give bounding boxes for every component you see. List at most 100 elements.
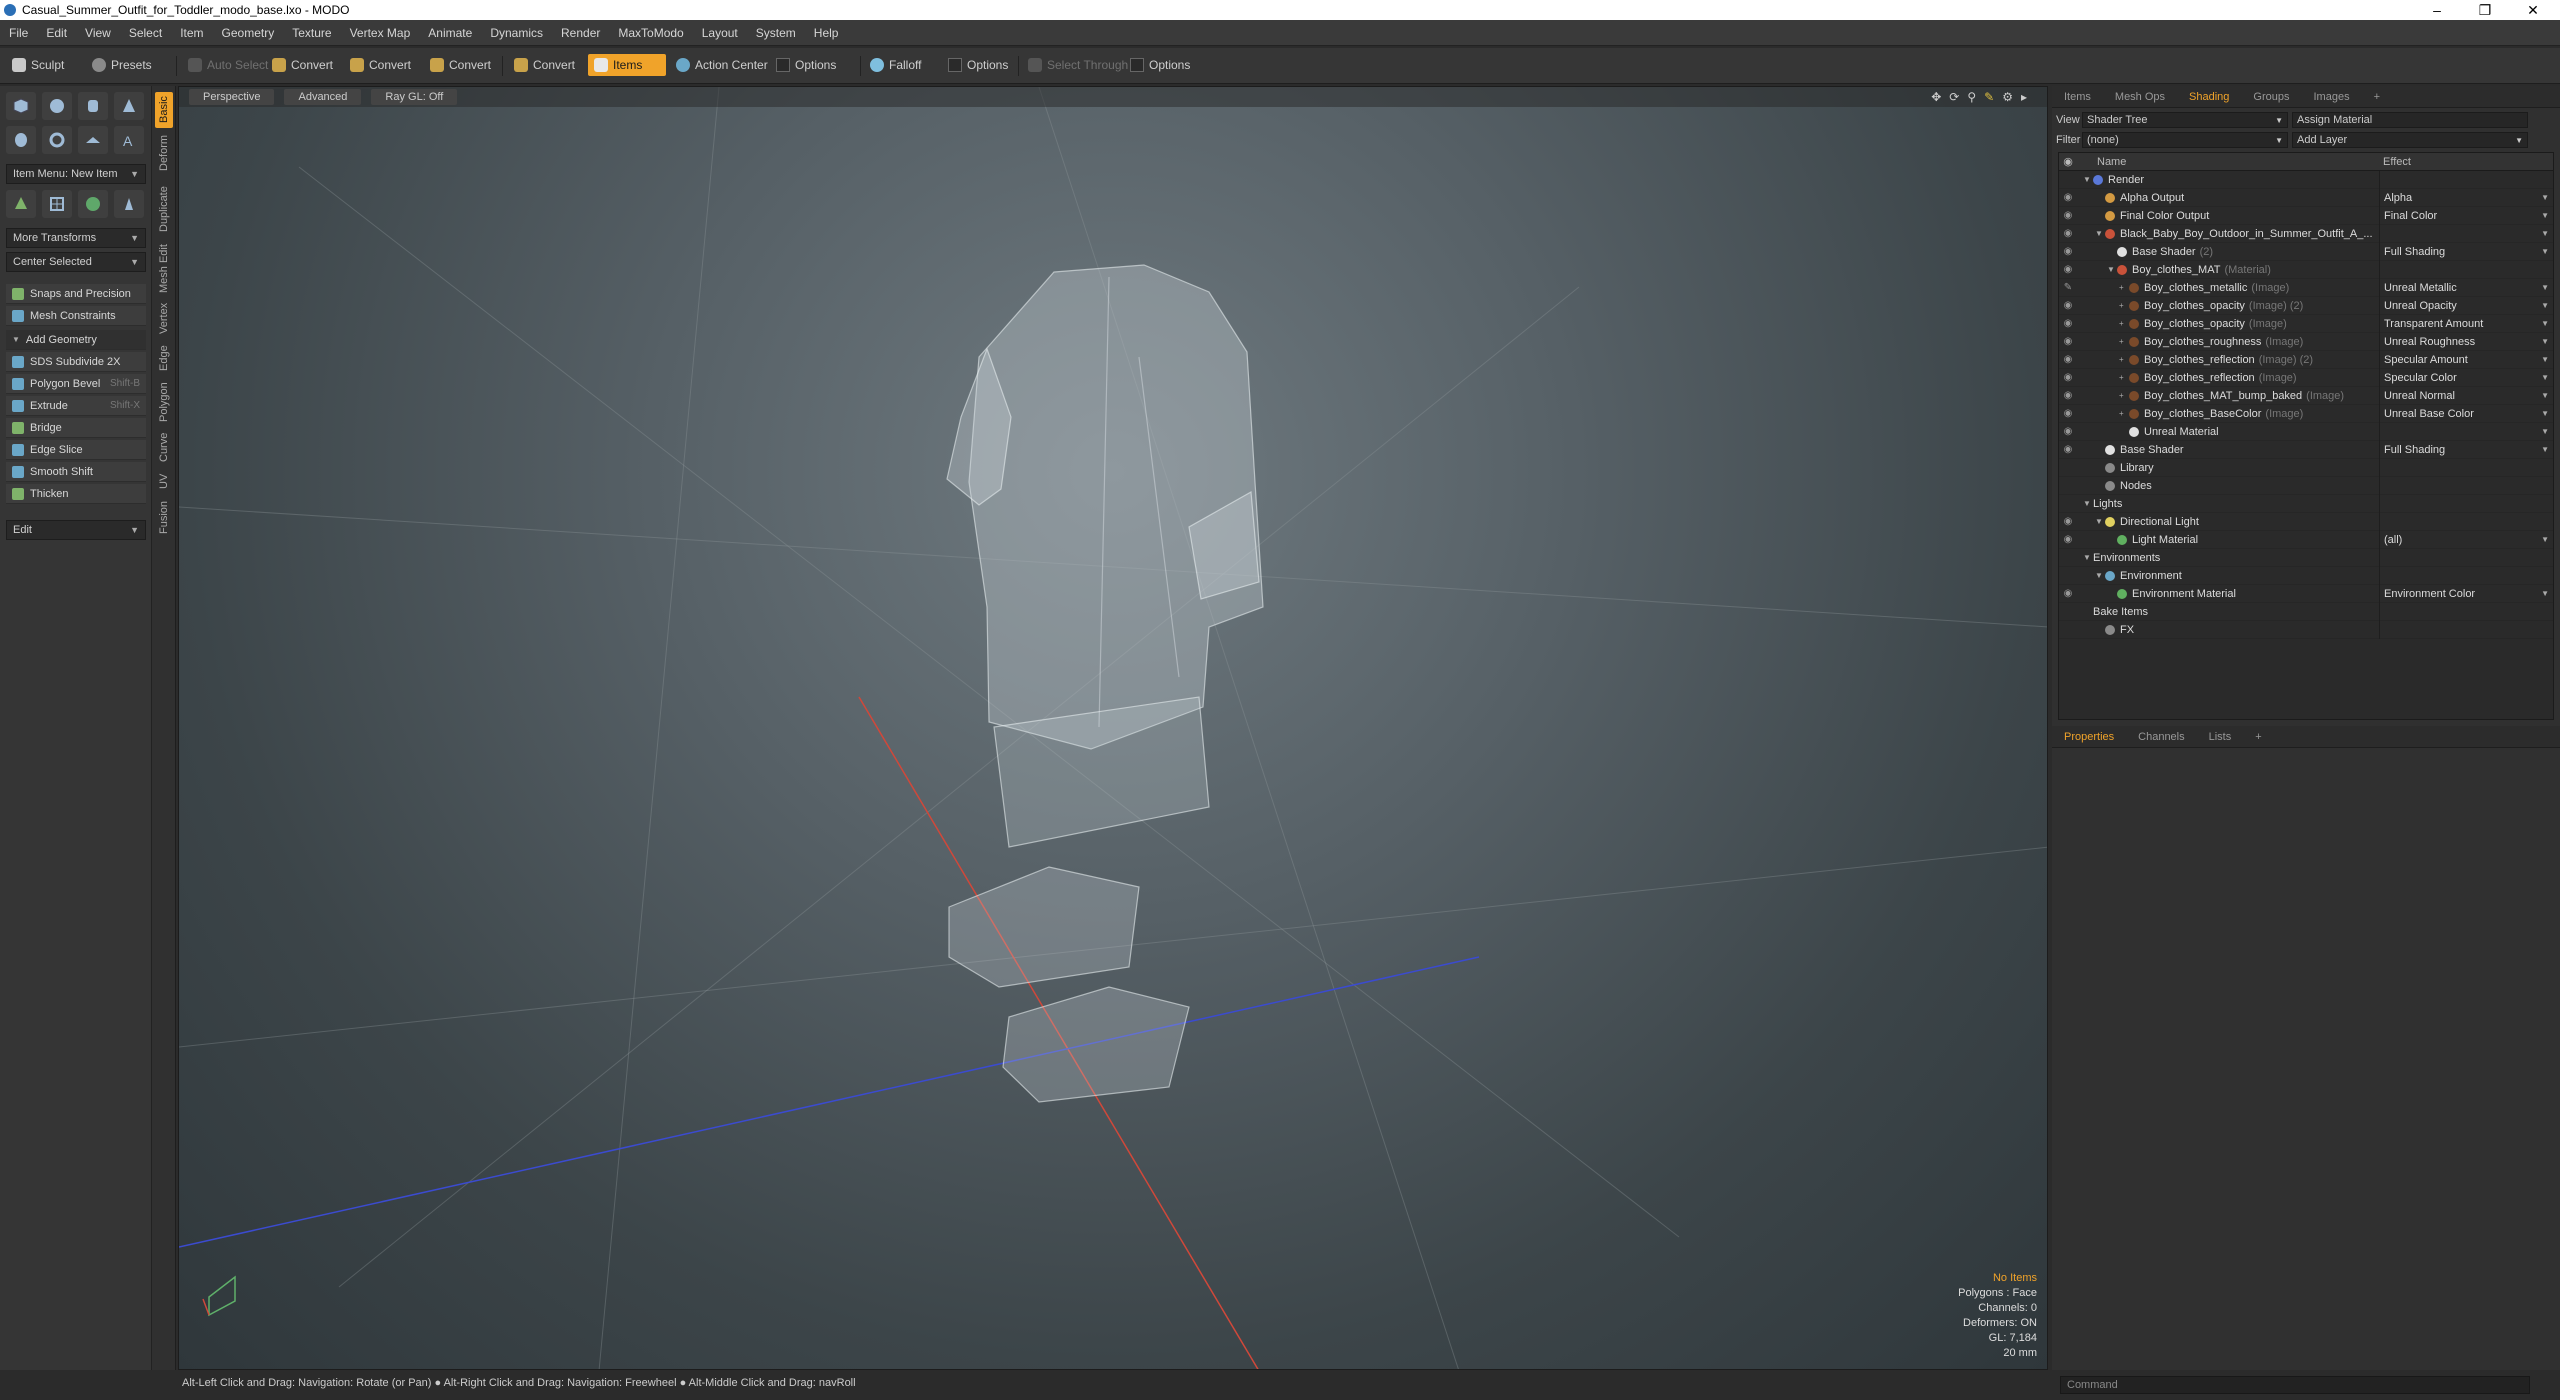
vtab-polygon[interactable]: Polygon xyxy=(155,378,173,426)
menu-texture[interactable]: Texture xyxy=(283,26,340,40)
expand-toggle-icon[interactable]: ▼ xyxy=(2083,499,2093,508)
visibility-toggle-icon[interactable]: ◉ xyxy=(2059,444,2077,455)
menu-help[interactable]: Help xyxy=(805,26,848,40)
expand-toggle-icon[interactable]: ▼ xyxy=(2095,517,2105,526)
shader-tree-row[interactable]: ✎ + Boy_clothes_metallic (Image) Unreal Meta… xyxy=(2059,278,2553,297)
tab-mesh-ops[interactable]: Mesh Ops xyxy=(2103,86,2177,108)
menu-select[interactable]: Select xyxy=(120,26,171,40)
shader-tree-row[interactable]: ◉ + Boy_clothes_reflection (Image) (2) Specu… xyxy=(2059,350,2553,369)
gear-icon[interactable]: ⚙ xyxy=(2002,90,2013,104)
add-layer-dropdown[interactable]: Add Layer ▼ xyxy=(2292,132,2528,148)
menu-layout[interactable]: Layout xyxy=(693,26,747,40)
tab-groups[interactable]: Groups xyxy=(2241,86,2301,108)
expand-toggle-icon[interactable]: + xyxy=(2119,319,2129,328)
tool-smooth-shift[interactable]: Smooth Shift xyxy=(6,462,146,482)
tab-properties[interactable]: Properties xyxy=(2052,726,2126,748)
effect-cell[interactable]: Unreal Roughness ▼ xyxy=(2379,332,2553,351)
command-input[interactable]: Command xyxy=(2060,1376,2530,1394)
shader-tree-row[interactable]: ◉ + Boy_clothes_opacity (Image) Transparent … xyxy=(2059,314,2553,333)
vtab-edge[interactable]: Edge xyxy=(155,340,173,376)
effect-cell[interactable] xyxy=(2379,620,2553,639)
effect-cell[interactable]: ▼ xyxy=(2379,224,2553,243)
convert-button-1[interactable]: Convert xyxy=(266,54,339,76)
visibility-toggle-icon[interactable]: ◉ xyxy=(2059,300,2077,311)
falloff-button[interactable]: Falloff xyxy=(864,54,927,76)
shader-tree-row[interactable]: Bake Items xyxy=(2059,602,2553,621)
visibility-toggle-icon[interactable]: ◉ xyxy=(2059,246,2077,257)
shader-tree-row[interactable]: Nodes xyxy=(2059,476,2553,495)
pan-icon[interactable]: ✥ xyxy=(1931,90,1941,104)
effect-cell[interactable] xyxy=(2379,548,2553,567)
shader-tree-row[interactable]: ◉ + Boy_clothes_opacity (Image) (2) Unreal O… xyxy=(2059,296,2553,315)
item-menu-dropdown[interactable]: Item Menu: New Item ▼ xyxy=(6,164,146,184)
capsule-icon[interactable] xyxy=(6,126,36,154)
menu-view[interactable]: View xyxy=(76,26,120,40)
shader-tree-row[interactable]: ◉ Base Shader Full Shading ▼ xyxy=(2059,440,2553,459)
menu-animate[interactable]: Animate xyxy=(419,26,481,40)
menu-edit[interactable]: Edit xyxy=(37,26,76,40)
tool-thicken[interactable]: Thicken xyxy=(6,484,146,504)
tab-images[interactable]: Images xyxy=(2302,86,2362,108)
visibility-toggle-icon[interactable]: ◉ xyxy=(2059,390,2077,401)
shader-tree-row[interactable]: ◉ + Boy_clothes_MAT_bump_baked (Image) Unrea… xyxy=(2059,386,2553,405)
effect-cell[interactable] xyxy=(2379,260,2553,279)
effect-cell[interactable]: Unreal Metallic ▼ xyxy=(2379,278,2553,297)
effect-cell[interactable]: Alpha ▼ xyxy=(2379,188,2553,207)
shader-tree-row[interactable]: ◉ ▼ Directional Light xyxy=(2059,512,2553,531)
effect-cell[interactable]: Specular Amount ▼ xyxy=(2379,350,2553,369)
filter-dropdown[interactable]: (none) ▼ xyxy=(2082,132,2288,148)
restore-icon[interactable]: ❐ xyxy=(2462,0,2508,20)
visibility-toggle-icon[interactable]: ◉ xyxy=(2059,318,2077,329)
expand-toggle-icon[interactable]: + xyxy=(2119,409,2129,418)
tool-edge-slice[interactable]: Edge Slice xyxy=(6,440,146,460)
effect-cell[interactable] xyxy=(2379,494,2553,513)
add-tab-button[interactable]: + xyxy=(2243,726,2273,748)
visibility-toggle-icon[interactable]: ◉ xyxy=(2059,372,2077,383)
vtab-fusion[interactable]: Fusion xyxy=(155,496,173,538)
cone-icon[interactable] xyxy=(114,92,144,120)
sphere-icon[interactable] xyxy=(42,92,72,120)
visibility-toggle-icon[interactable]: ◉ xyxy=(2059,534,2077,545)
shader-tree-row[interactable]: ◉ + Boy_clothes_BaseColor (Image) Unreal Bas… xyxy=(2059,404,2553,423)
vtab-uv[interactable]: UV xyxy=(155,468,173,494)
vtab-basic[interactable]: Basic xyxy=(155,92,173,128)
convert-button-3[interactable]: Convert xyxy=(424,54,497,76)
convert-button-4[interactable]: Convert xyxy=(508,54,581,76)
auto-select-button[interactable]: Auto Select xyxy=(182,54,274,76)
vtab-vertex[interactable]: Vertex xyxy=(155,298,173,338)
visibility-toggle-icon[interactable]: ◉ xyxy=(2059,210,2077,221)
shader-tree-row[interactable]: ◉ Light Material (all) ▼ xyxy=(2059,530,2553,549)
items-mode-button[interactable]: Items xyxy=(588,54,666,76)
visibility-toggle-icon[interactable]: ◉ xyxy=(2059,228,2077,239)
menu-vertex-map[interactable]: Vertex Map xyxy=(341,26,420,40)
assign-material-button[interactable]: Assign Material xyxy=(2292,112,2528,128)
cylinder-icon[interactable] xyxy=(78,92,108,120)
vtab-curve[interactable]: Curve xyxy=(155,428,173,466)
shader-tree-row[interactable]: ◉ Base Shader (2) Full Shading ▼ xyxy=(2059,242,2553,261)
snaps-precision-button[interactable]: Snaps and Precision xyxy=(6,284,146,304)
vtab-mesh-edit[interactable]: Mesh Edit xyxy=(155,242,173,296)
shader-tree-row[interactable]: ◉ + Boy_clothes_reflection (Image) Specular … xyxy=(2059,368,2553,387)
ray-gl-tab[interactable]: Ray GL: Off xyxy=(371,89,458,105)
shader-tree-row[interactable]: ◉ Final Color Output Final Color ▼ xyxy=(2059,206,2553,225)
shader-tree-row[interactable]: FX xyxy=(2059,620,2553,639)
options-button-2[interactable]: Options xyxy=(942,54,1014,76)
perspective-tab[interactable]: Perspective xyxy=(189,89,275,105)
effect-cell[interactable]: Environment Color ▼ xyxy=(2379,584,2553,603)
effect-cell[interactable] xyxy=(2379,170,2553,189)
advanced-tab[interactable]: Advanced xyxy=(284,89,362,105)
visibility-toggle-icon[interactable]: ◉ xyxy=(2059,588,2077,599)
tab-lists[interactable]: Lists xyxy=(2197,726,2244,748)
effect-cell[interactable] xyxy=(2379,602,2553,621)
expand-toggle-icon[interactable]: + xyxy=(2119,337,2129,346)
vtab-duplicate[interactable]: Duplicate xyxy=(155,178,173,240)
visibility-toggle-icon[interactable]: ◉ xyxy=(2059,264,2077,275)
center-selected-dropdown[interactable]: Center Selected ▼ xyxy=(6,252,146,272)
shader-tree-row[interactable]: ◉ Alpha Output Alpha ▼ xyxy=(2059,188,2553,207)
text-primitive-icon[interactable]: A xyxy=(114,126,144,154)
edit-dropdown[interactable]: Edit ▼ xyxy=(6,520,146,540)
zoom-icon[interactable]: ⚲ xyxy=(1967,90,1976,104)
visibility-toggle-icon[interactable]: ◉ xyxy=(2059,426,2077,437)
tool-polygon-bevel[interactable]: Polygon Bevel Shift-B xyxy=(6,374,146,394)
vtab-deform[interactable]: Deform xyxy=(155,130,173,176)
